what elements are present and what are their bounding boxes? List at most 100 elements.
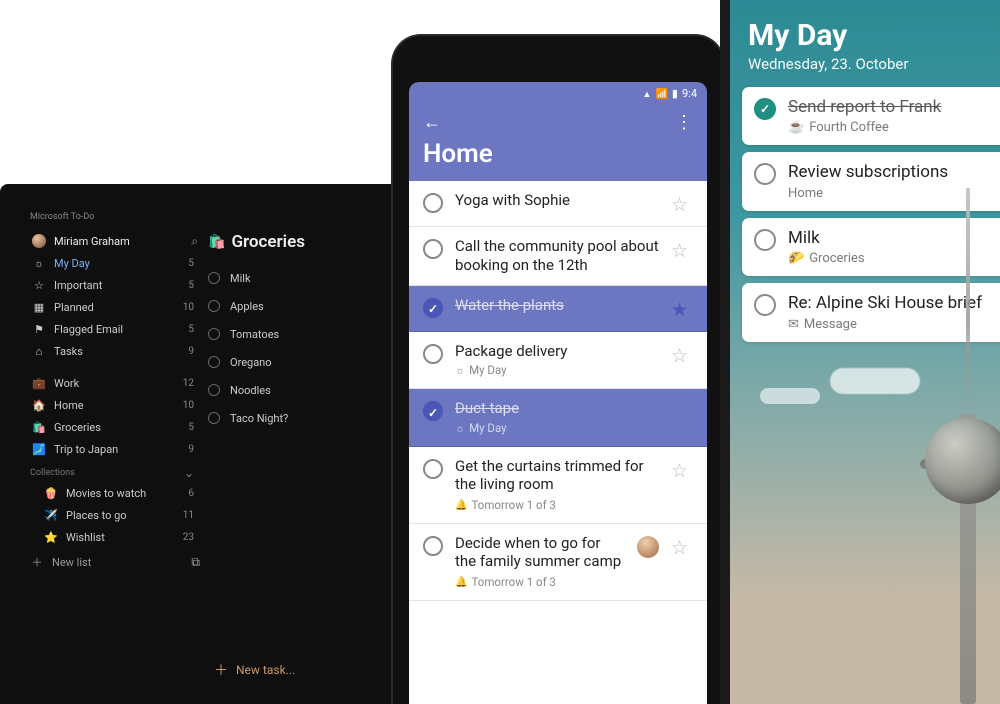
checkbox-icon[interactable] [208, 412, 220, 424]
sidebar-item[interactable]: ⭐Wishlist23 [30, 526, 200, 548]
collections-header[interactable]: Collections [30, 466, 200, 480]
task-card[interactable]: Review subscriptionsHome [742, 152, 1000, 210]
task-title: Duct tape [455, 399, 519, 417]
list-count: 9 [188, 444, 198, 455]
task-subtitle: Tomorrow 1 of 3 [455, 574, 625, 590]
checkbox-icon[interactable] [754, 98, 776, 120]
task-card[interactable]: Send report to FrankFourth Coffee [742, 87, 1000, 145]
search-icon[interactable] [191, 234, 198, 249]
star-icon[interactable] [671, 239, 693, 262]
sidebar-item[interactable]: 🏠Home10 [30, 394, 200, 416]
sidebar-item[interactable]: ☆Important5 [30, 274, 200, 296]
screen-date: Wednesday, 23. October [742, 53, 1000, 87]
task-row[interactable]: Apples [208, 292, 374, 320]
checkbox-icon[interactable] [423, 239, 443, 259]
task-row[interactable]: Taco Night? [208, 404, 374, 432]
assignee-avatar [637, 536, 659, 558]
list-icon: 🏠 [32, 398, 46, 412]
more-icon[interactable] [675, 112, 693, 133]
sidebar-item[interactable]: 💼Work12 [30, 372, 200, 394]
list-label: Flagged Email [54, 323, 188, 336]
checkbox-icon[interactable] [208, 300, 220, 312]
task-row[interactable]: Tomatoes [208, 320, 374, 348]
list-label: Work [54, 377, 183, 390]
task-row[interactable]: Decide when to go for the family summer … [409, 524, 707, 601]
checkbox-icon[interactable] [423, 344, 443, 364]
star-icon[interactable] [671, 344, 693, 367]
list-count: 5 [188, 422, 198, 433]
list-count: 6 [188, 488, 198, 499]
star-icon[interactable] [671, 459, 693, 482]
task-card[interactable]: MilkGroceries [742, 218, 1000, 276]
coffee-icon [788, 120, 804, 135]
ios-frame: My Day Wednesday, 23. October Send repor… [720, 0, 1000, 704]
sidebar-item[interactable]: ⌂Tasks9 [30, 340, 200, 362]
app-title: Microsoft To-Do [30, 212, 374, 222]
checkbox-icon[interactable] [423, 459, 443, 479]
bell-icon [455, 574, 467, 590]
task-row[interactable]: Package delivery My Day [409, 332, 707, 390]
sidebar-item[interactable]: ⚑Flagged Email5 [30, 318, 200, 340]
task-title: Review subscriptions [788, 162, 948, 182]
checkbox-icon[interactable] [423, 401, 443, 421]
list-count: 11 [183, 510, 198, 521]
avatar-icon [32, 234, 46, 248]
sidebar-item[interactable]: ✈️Places to go11 [30, 504, 200, 526]
back-icon[interactable] [423, 112, 441, 133]
checkbox-icon[interactable] [208, 272, 220, 284]
task-row[interactable]: Call the community pool about booking on… [409, 227, 707, 286]
list-count: 5 [188, 258, 198, 269]
sidebar-item[interactable]: ▦Planned10 [30, 296, 200, 318]
list-label: Movies to watch [66, 487, 188, 500]
chevron-down-icon [184, 466, 194, 480]
list-icon: 🛍️ [32, 420, 46, 434]
task-row[interactable]: Get the curtains trimmed for the living … [409, 447, 707, 524]
checkbox-icon[interactable] [423, 193, 443, 213]
taco-icon [788, 251, 804, 266]
tablet-frame: Microsoft To-Do Miriam Graham ☼My Day5☆I… [0, 184, 404, 704]
status-time: 9:4 [682, 87, 697, 100]
task-row[interactable]: Yoga with Sophie [409, 181, 707, 227]
checkbox-icon[interactable] [754, 294, 776, 316]
mail-icon [788, 317, 799, 332]
sun-icon [455, 421, 465, 436]
list-label: My Day [54, 257, 188, 270]
task-row[interactable]: Milk [208, 264, 374, 292]
sidebar-item[interactable]: 🍿Movies to watch6 [30, 482, 200, 504]
new-list-button[interactable]: ＋ New list [30, 554, 200, 570]
task-card[interactable]: Re: Alpine Ski House briefMessage [742, 283, 1000, 341]
list-icon: ⭐ [44, 530, 58, 544]
new-task-button[interactable]: ＋ New task... [214, 660, 295, 680]
task-title: Get the curtains trimmed for the living … [455, 457, 644, 494]
checkbox-icon[interactable] [423, 536, 443, 556]
list-label: Planned [54, 301, 183, 314]
add-list-group-icon[interactable] [191, 555, 200, 570]
list-label: Important [54, 279, 188, 292]
checkbox-icon[interactable] [423, 298, 443, 318]
list-count: 5 [188, 324, 198, 335]
checkbox-icon[interactable] [208, 356, 220, 368]
star-icon[interactable] [671, 193, 693, 216]
task-row[interactable]: Duct tape My Day [409, 389, 707, 447]
sidebar-item[interactable]: 🛍️ Groceries5 [30, 416, 200, 438]
task-subtitle: Fourth Coffee [788, 120, 941, 135]
sidebar-item[interactable]: ☼My Day5 [30, 252, 200, 274]
list-icon: ✈️ [44, 508, 58, 522]
task-title: Taco Night? [230, 412, 288, 425]
user-row[interactable]: Miriam Graham [30, 230, 200, 252]
list-label: Groceries [54, 421, 188, 434]
sidebar-item[interactable]: 🗾Trip to Japan9 [30, 438, 200, 460]
star-icon[interactable] [671, 536, 693, 559]
list-count: 5 [188, 280, 198, 291]
list-content: 🛍️ Groceries Milk ApplesTomatoesOreganoNo… [208, 232, 374, 432]
task-row[interactable]: Noodles [208, 376, 374, 404]
task-row[interactable]: Oregano [208, 348, 374, 376]
checkbox-icon[interactable] [754, 229, 776, 251]
star-icon[interactable] [671, 298, 693, 321]
task-row[interactable]: Water the plants [409, 286, 707, 332]
checkbox-icon[interactable] [754, 163, 776, 185]
checkbox-icon[interactable] [208, 328, 220, 340]
list-title: 🛍️ Groceries [208, 232, 374, 252]
task-title: Milk [230, 272, 251, 285]
checkbox-icon[interactable] [208, 384, 220, 396]
